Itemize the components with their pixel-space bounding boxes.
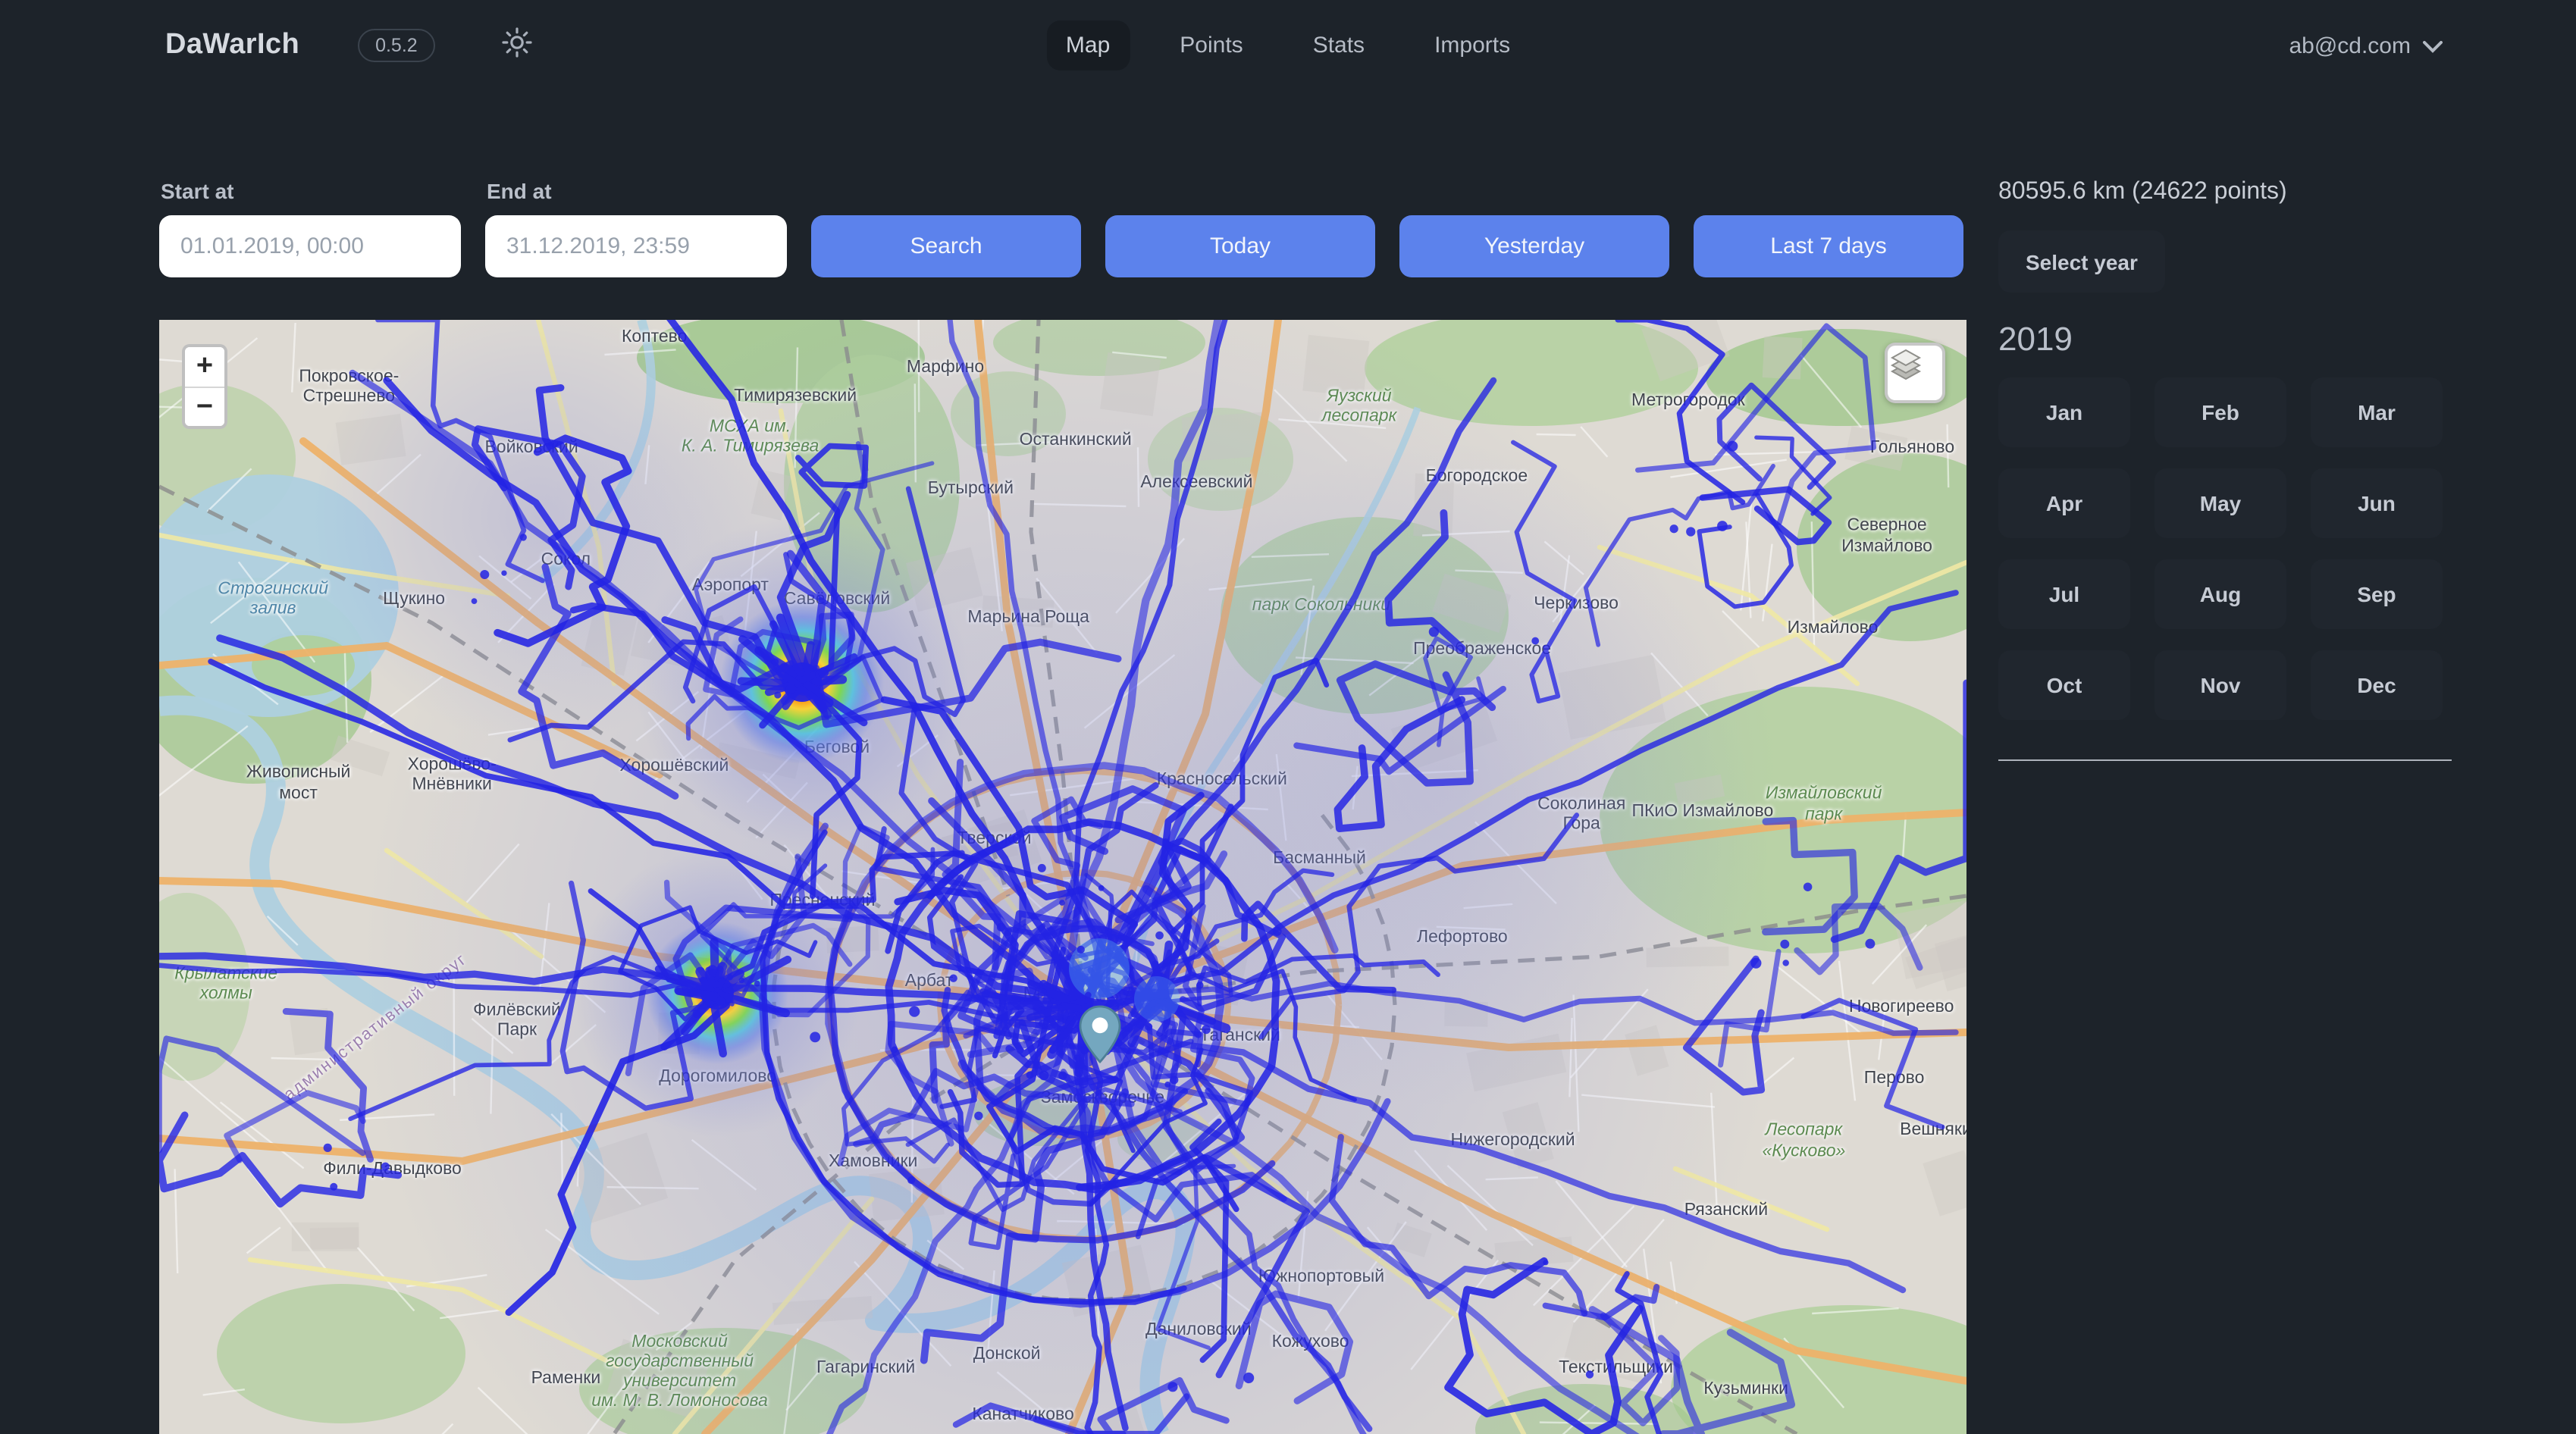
- month-button-jan[interactable]: Jan: [1998, 377, 2130, 447]
- month-button-apr[interactable]: Apr: [1998, 468, 2130, 538]
- user-email: ab@cd.com: [2289, 33, 2411, 58]
- end-at-field: End at: [485, 179, 787, 277]
- map-layers-control[interactable]: [1885, 343, 1945, 403]
- end-at-label: End at: [487, 179, 787, 203]
- month-grid: Jan Feb Mar Apr May Jun Jul Aug Sep Oct …: [1998, 377, 2455, 720]
- start-at-input[interactable]: [159, 215, 461, 277]
- map-tracks-layer: [159, 320, 1966, 1434]
- brand-logo[interactable]: DaWarIch: [165, 29, 299, 62]
- end-at-input[interactable]: [485, 215, 787, 277]
- version-badge: 0.5.2: [357, 29, 436, 62]
- chevron-down-icon: [2423, 33, 2443, 58]
- map-zoom-control: + −: [182, 344, 227, 429]
- sun-icon: [503, 27, 533, 64]
- last-7-days-button[interactable]: Last 7 days: [1694, 215, 1963, 277]
- month-button-jul[interactable]: Jul: [1998, 559, 2130, 629]
- map-container[interactable]: КоптевоПокровское- СтрешневоТимирязевски…: [159, 320, 1966, 1434]
- tab-imports[interactable]: Imports: [1415, 20, 1530, 70]
- zoom-out-button[interactable]: −: [185, 387, 224, 426]
- month-button-jun[interactable]: Jun: [2311, 468, 2443, 538]
- app-root: DaWarIch 0.5.2 Map Points Stats Imports …: [0, 0, 2576, 1434]
- zoom-in-button[interactable]: +: [185, 347, 224, 387]
- theme-toggle-button[interactable]: [503, 27, 533, 64]
- select-year-button[interactable]: Select year: [1998, 230, 2165, 293]
- tab-map[interactable]: Map: [1046, 20, 1130, 70]
- year-heading: 2019: [1998, 320, 2455, 359]
- month-button-nov[interactable]: Nov: [2155, 650, 2286, 720]
- filter-row: Start at End at Search Today Yesterday L…: [159, 179, 1963, 277]
- sidebar-divider: [1998, 759, 2452, 761]
- top-navbar: DaWarIch 0.5.2 Map Points Stats Imports …: [0, 0, 2576, 91]
- search-button[interactable]: Search: [811, 215, 1081, 277]
- user-menu[interactable]: ab@cd.com: [2289, 33, 2443, 58]
- month-button-oct[interactable]: Oct: [1998, 650, 2130, 720]
- month-button-mar[interactable]: Mar: [2311, 377, 2443, 447]
- start-at-label: Start at: [161, 179, 461, 203]
- start-at-field: Start at: [159, 179, 461, 277]
- month-button-sep[interactable]: Sep: [2311, 559, 2443, 629]
- month-button-feb[interactable]: Feb: [2155, 377, 2286, 447]
- yesterday-button[interactable]: Yesterday: [1399, 215, 1669, 277]
- month-button-may[interactable]: May: [2155, 468, 2286, 538]
- tab-points[interactable]: Points: [1160, 20, 1262, 70]
- right-sidebar: 80595.6 km (24622 points) Select year 20…: [1998, 179, 2455, 761]
- main-tabs: Map Points Stats Imports: [1046, 20, 1530, 70]
- tab-stats[interactable]: Stats: [1293, 20, 1384, 70]
- today-button[interactable]: Today: [1105, 215, 1375, 277]
- distance-stats: 80595.6 km (24622 points): [1998, 179, 2455, 206]
- month-button-aug[interactable]: Aug: [2155, 559, 2286, 629]
- month-button-dec[interactable]: Dec: [2311, 650, 2443, 720]
